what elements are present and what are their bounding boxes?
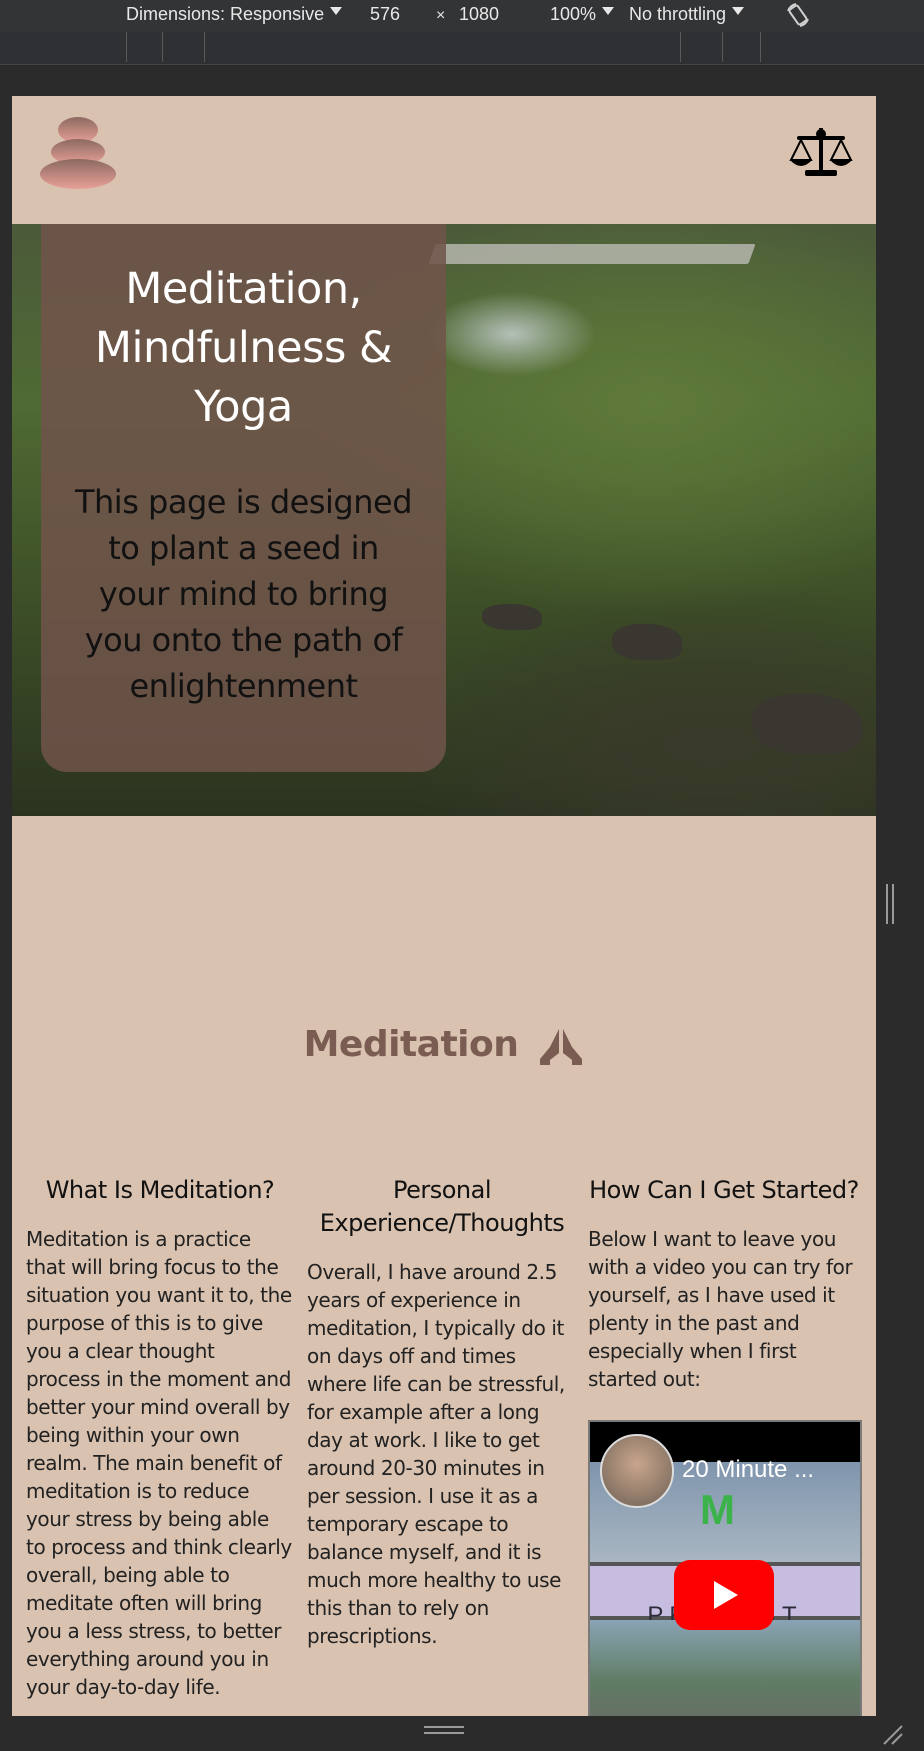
hero-rock — [482, 604, 542, 630]
chevron-down-icon — [732, 7, 745, 16]
resize-handle-icon[interactable] — [424, 1726, 464, 1738]
dimensions-dropdown[interactable]: Dimensions: Responsive — [126, 4, 343, 25]
times-separator: × — [436, 7, 446, 24]
column-heading: Personal Experience/Thoughts — [319, 1176, 565, 1237]
column-text: Meditation is a practice that will bring… — [26, 1227, 292, 1699]
column-heading: How Can I Get Started? — [589, 1176, 859, 1204]
column-heading: What Is Meditation? — [45, 1176, 275, 1204]
hero-rock — [612, 624, 682, 660]
media-query-ruler[interactable] — [0, 32, 924, 65]
praying-hands-icon — [540, 1028, 583, 1065]
video-logo-mark: M — [700, 1486, 735, 1533]
throttling-label: No throttling — [629, 4, 727, 24]
hero-card: Meditation, Mindfulness & Yoga This page… — [41, 224, 446, 772]
personal-experience-column: Personal Experience/Thoughts Overall, I … — [307, 1174, 577, 1650]
height-input[interactable]: 1080 — [459, 4, 499, 25]
hero-title: Meditation, Mindfulness & Yoga — [94, 264, 393, 432]
stones-logo-icon[interactable] — [38, 112, 118, 192]
column-text: Overall, I have around 2.5 years of expe… — [307, 1260, 565, 1648]
hero-rock — [752, 694, 862, 754]
devtools-toolbar: Dimensions: Responsive 576 × 1080 100% N… — [0, 0, 924, 32]
site-header — [12, 96, 876, 224]
width-input[interactable]: 576 — [370, 4, 400, 25]
video-thumbnail-lake — [590, 1620, 860, 1716]
dimensions-label: Dimensions: Responsive — [126, 4, 325, 24]
throttling-dropdown[interactable]: No throttling — [629, 4, 745, 25]
rotate-icon[interactable] — [784, 1, 812, 29]
resize-handle-icon[interactable] — [886, 884, 896, 924]
resize-corner-icon[interactable] — [880, 1722, 904, 1746]
channel-avatar[interactable] — [600, 1434, 674, 1508]
chevron-down-icon — [330, 7, 343, 16]
chevron-down-icon — [602, 7, 615, 16]
hero-background-path — [428, 244, 756, 264]
what-is-meditation-column: What Is Meditation? Meditation is a prac… — [26, 1174, 294, 1701]
column-text: Below I want to leave you with a video y… — [588, 1227, 853, 1391]
zoom-label: 100% — [550, 4, 597, 24]
section-title: Meditation — [12, 1024, 876, 1065]
youtube-video-embed[interactable]: M BEING PRESENT 20 Minute ... — [588, 1420, 862, 1716]
hero-section: Meditation, Mindfulness & Yoga This page… — [12, 224, 876, 816]
zoom-dropdown[interactable]: 100% — [550, 4, 615, 25]
play-button-icon[interactable] — [674, 1560, 774, 1630]
emulated-viewport: Meditation, Mindfulness & Yoga This page… — [12, 96, 876, 1716]
hero-subtitle: This page is designed to plant a seed in… — [74, 483, 413, 705]
scale-icon[interactable] — [789, 126, 853, 178]
get-started-column: How Can I Get Started? Below I want to l… — [588, 1174, 860, 1393]
section-title-text: Meditation — [303, 1023, 519, 1065]
video-title[interactable]: 20 Minute ... — [682, 1456, 814, 1484]
